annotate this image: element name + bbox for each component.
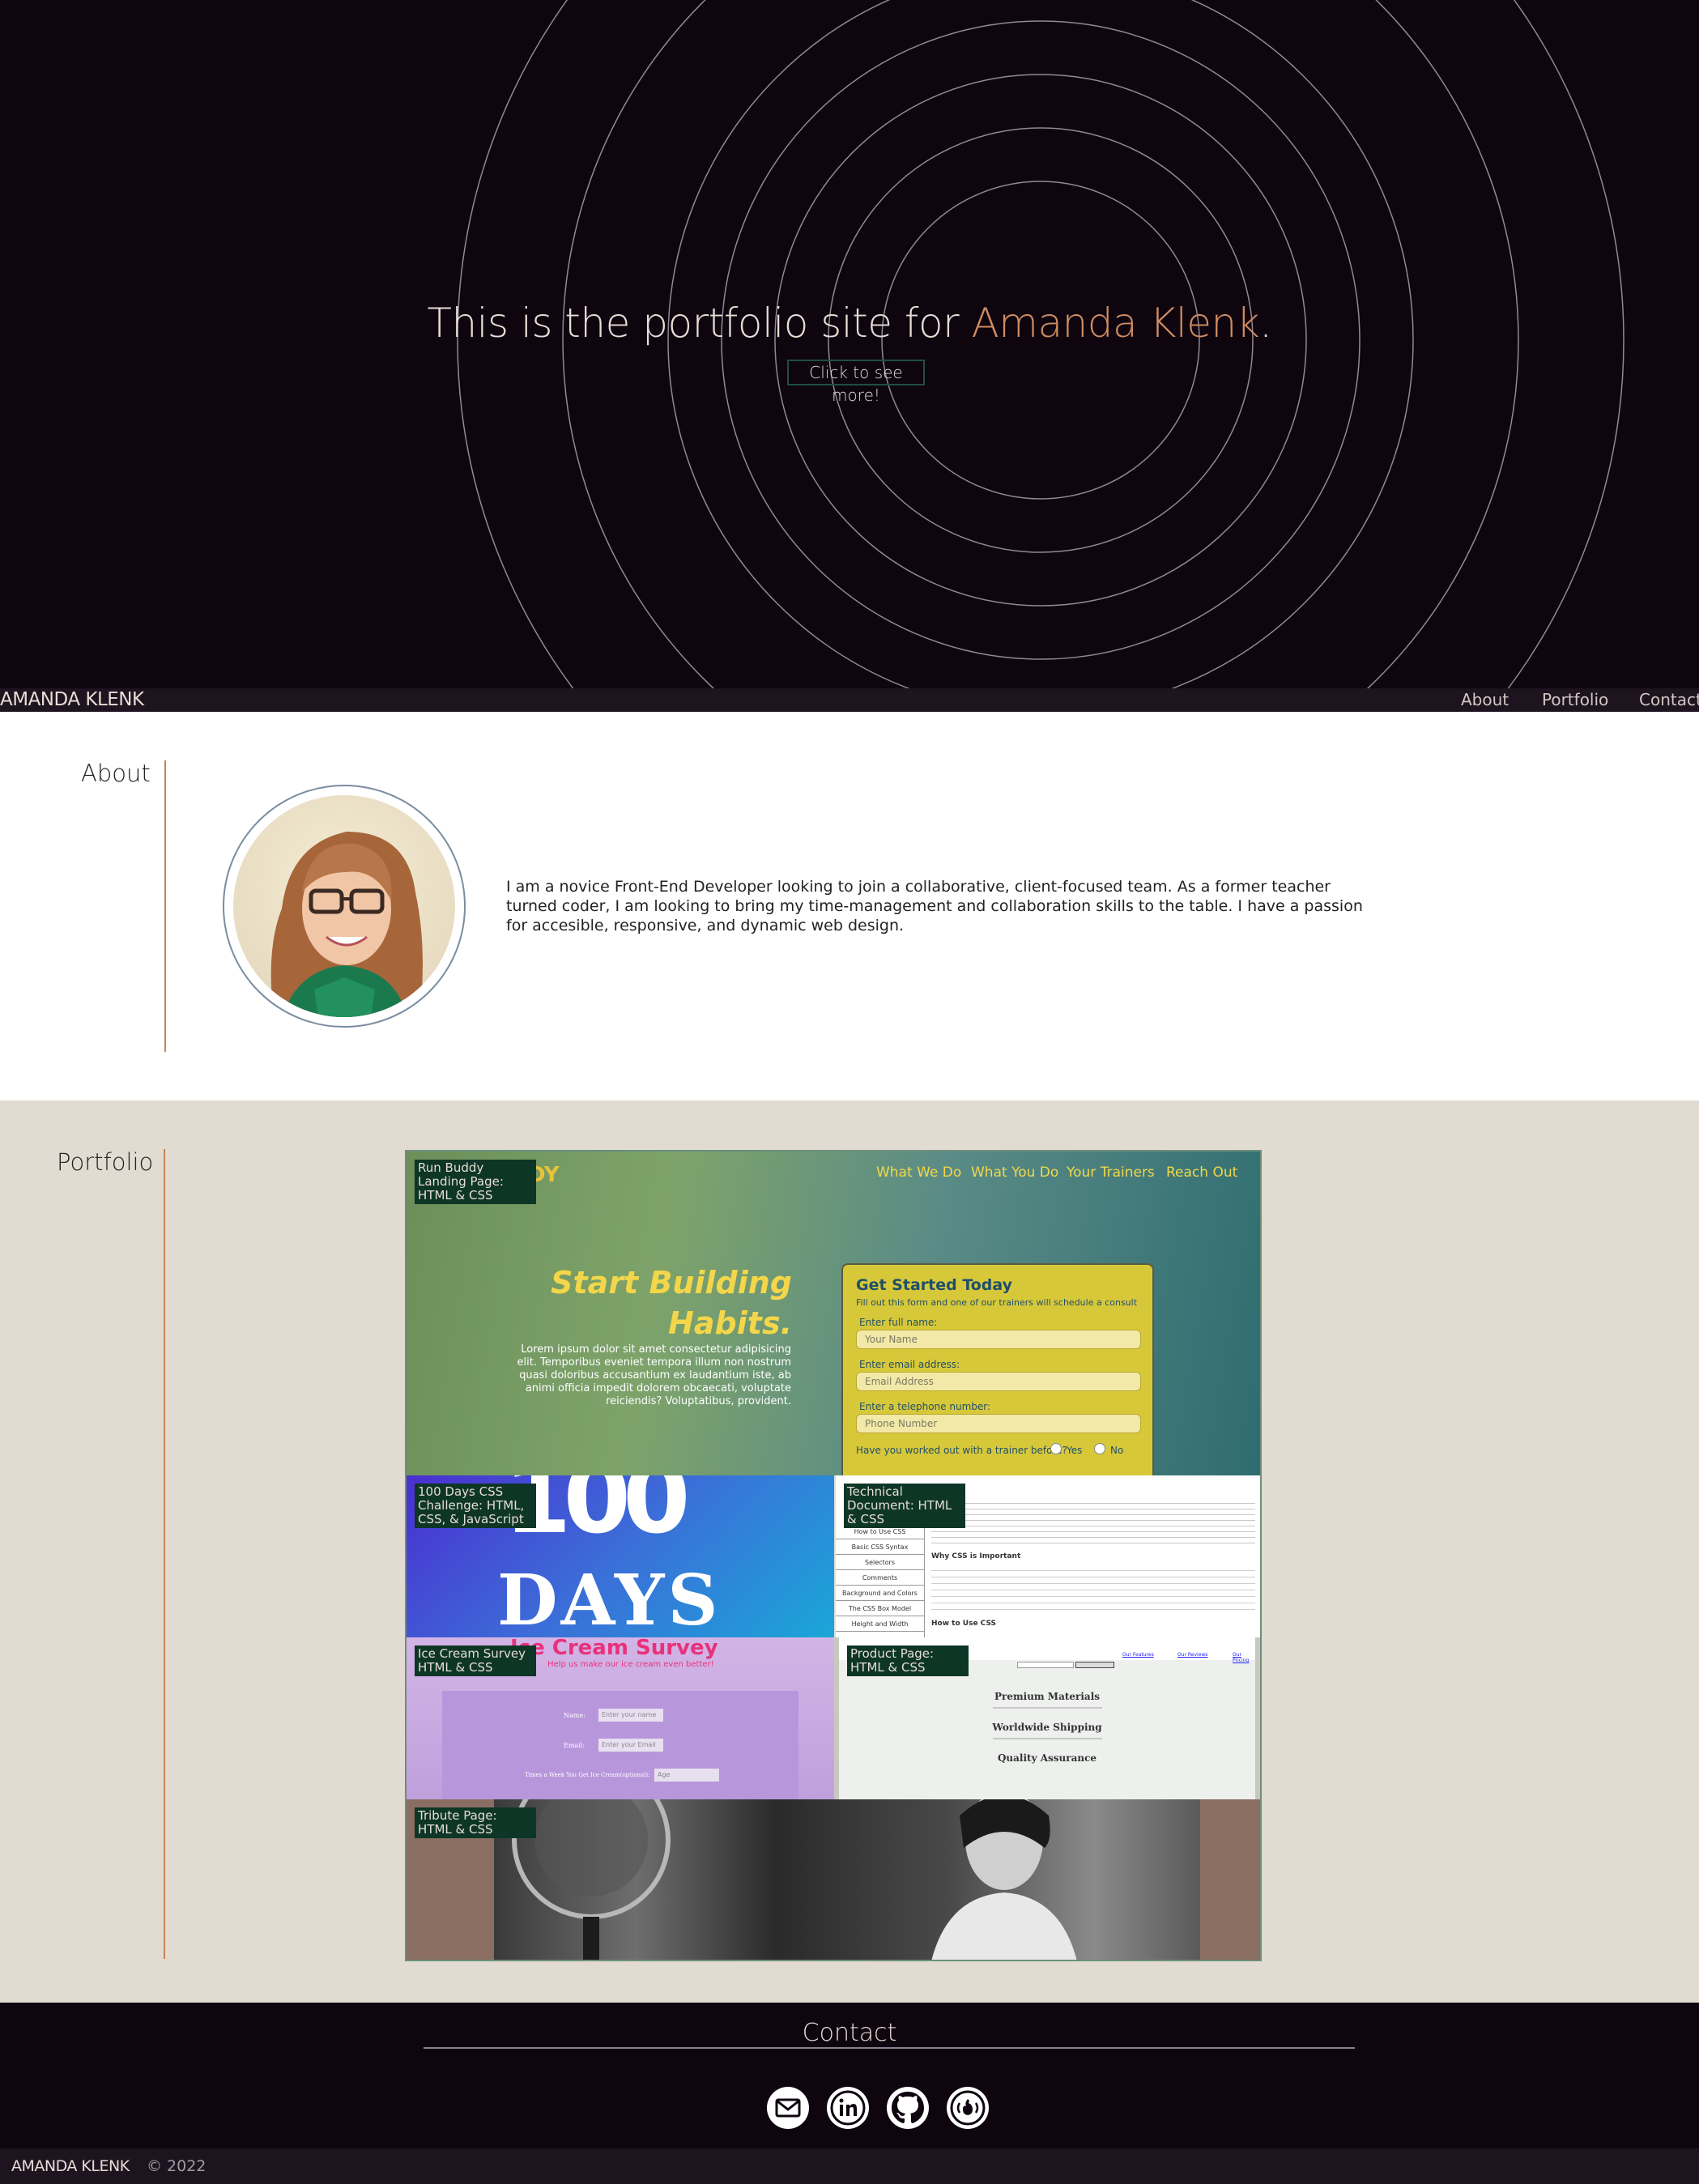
- tech-doc-sidebar-item: Selectors: [836, 1555, 924, 1570]
- hero-section: This is the portfolio site for Amanda Kl…: [0, 0, 1699, 688]
- ice-cream-input-name: Enter your name: [598, 1709, 663, 1722]
- tech-doc-sidebar-item: Background and Colors: [836, 1586, 924, 1601]
- ice-cream-field-name: Name:: [564, 1712, 585, 1719]
- run-buddy-radio-no: [1094, 1443, 1105, 1454]
- portfolio-gallery: Run Buddy Landing Page: HTML & CSS DY Wh…: [405, 1150, 1262, 1961]
- project-label: Ice Cream Survey HTML & CSS: [415, 1645, 536, 1676]
- run-buddy-form-title: Get Started Today: [856, 1276, 1013, 1294]
- ice-cream-input-email: Enter your Email: [598, 1739, 663, 1752]
- ice-cream-subtitle: Help us make our ice cream even better!: [547, 1660, 714, 1669]
- ice-cream-field-age: Times a Week You Get Ice Cream(optional)…: [525, 1772, 650, 1778]
- project-label: 100 Days CSS Challenge: HTML, CSS, & Jav…: [415, 1484, 536, 1528]
- run-buddy-no-label: No: [1110, 1445, 1124, 1456]
- project-label: Product Page: HTML & CSS: [847, 1645, 969, 1676]
- product-page-email-input: [1017, 1662, 1074, 1668]
- product-page-link-2: Our Reviews: [1177, 1652, 1208, 1658]
- hundred-days-word: DAYS: [497, 1560, 722, 1637]
- run-buddy-headline-1: Start Building: [551, 1265, 792, 1301]
- project-tile-100-days[interactable]: 100 Days CSS Challenge: HTML, CSS, & Jav…: [407, 1475, 834, 1637]
- about-heading: About: [81, 760, 151, 787]
- project-tile-ice-cream-survey[interactable]: Ice Cream Survey HTML & CSS Ice Cream Su…: [407, 1637, 834, 1799]
- email-icon[interactable]: [767, 2087, 809, 2129]
- contact-heading: Contact: [802, 2019, 897, 2047]
- see-more-button[interactable]: Click to see more!: [787, 360, 925, 405]
- run-buddy-form: Get Started Today Fill out this form and…: [841, 1263, 1154, 1475]
- hero-title-suffix: .: [1259, 300, 1272, 347]
- ice-cream-form: Name: Enter your name Email: Enter your …: [442, 1691, 798, 1799]
- hero-title-name: Amanda Klenk: [971, 300, 1260, 347]
- linkedin-icon[interactable]: [827, 2087, 869, 2129]
- project-label: Run Buddy Landing Page: HTML & CSS: [415, 1160, 536, 1204]
- run-buddy-yes-label: Yes: [1067, 1445, 1083, 1456]
- freecodecamp-icon[interactable]: [947, 2087, 989, 2129]
- tech-doc-heading-2: How to Use CSS: [931, 1620, 997, 1628]
- run-buddy-nav-4: Reach Out: [1166, 1164, 1238, 1181]
- product-feature-1: Premium Materials: [994, 1691, 1101, 1702]
- navbar: AMANDA KLENK About Portfolio Contact: [0, 688, 1699, 712]
- hero-title-prefix: This is the portfolio site for: [427, 300, 972, 347]
- product-feature-2-text: [993, 1738, 1102, 1739]
- project-label: Tribute Page: HTML & CSS: [415, 1807, 536, 1838]
- product-feature-1-text: [993, 1707, 1102, 1709]
- tech-doc-heading-1: Why CSS is Important: [931, 1552, 1021, 1560]
- tribute-photo: [494, 1799, 1200, 1960]
- avatar-portrait: [270, 832, 423, 1017]
- run-buddy-label-email: Enter email address:: [859, 1359, 960, 1370]
- product-feature-2: Worldwide Shipping: [992, 1722, 1102, 1733]
- portfolio-heading: Portfolio: [57, 1148, 154, 1176]
- github-icon[interactable]: [887, 2087, 929, 2129]
- tech-doc-sidebar-item: Height and Width: [836, 1616, 924, 1632]
- product-page-link-1: Our Features: [1122, 1652, 1154, 1658]
- run-buddy-nav-1: What We Do: [876, 1164, 962, 1181]
- tech-doc-sidebar-item: Comments: [836, 1570, 924, 1586]
- nav-link-portfolio[interactable]: Portfolio: [1542, 688, 1608, 712]
- run-buddy-label-phone: Enter a telephone number:: [859, 1401, 991, 1412]
- brand-link[interactable]: AMANDA KLENK: [0, 688, 144, 712]
- product-feature-3: Quality Assurance: [997, 1752, 1097, 1764]
- run-buddy-headline-2: Habits.: [668, 1305, 792, 1341]
- run-buddy-nav-3: Your Trainers: [1067, 1164, 1155, 1181]
- run-buddy-form-subtitle: Fill out this form and one of our traine…: [856, 1297, 1138, 1308]
- footer: AMANDA KLENK © 2022: [0, 2148, 1699, 2184]
- product-page-get-started: [1075, 1662, 1114, 1668]
- portfolio-section: Portfolio Run Buddy Landing Page: HTML &…: [0, 1101, 1699, 2003]
- product-page-link-3: Our Pricing: [1233, 1652, 1250, 1663]
- project-label: Technical Document: HTML & CSS: [844, 1484, 965, 1528]
- project-tile-technical-doc[interactable]: Technical Document: HTML & CSS How to Us…: [834, 1475, 1260, 1637]
- run-buddy-body: Lorem ipsum dolor sit amet consectetur a…: [517, 1343, 791, 1407]
- run-buddy-radio-yes: [1050, 1443, 1062, 1454]
- ice-cream-field-email: Email:: [564, 1742, 585, 1749]
- run-buddy-label-name: Enter full name:: [859, 1317, 938, 1328]
- tech-doc-sidebar-item: Basic CSS Syntax: [836, 1539, 924, 1555]
- project-tile-run-buddy[interactable]: Run Buddy Landing Page: HTML & CSS DY Wh…: [407, 1152, 1260, 1475]
- avatar-frame: [223, 785, 466, 1028]
- run-buddy-input-name: Your Name: [856, 1330, 1141, 1349]
- tech-doc-sidebar-item: The CSS Box Model: [836, 1601, 924, 1616]
- project-tile-tribute-page[interactable]: Tribute Page: HTML & CSS: [407, 1799, 1260, 1960]
- hero-title: This is the portfolio site for Amanda Kl…: [0, 300, 1699, 347]
- about-text: I am a novice Front-End Developer lookin…: [506, 878, 1363, 934]
- about-section: About I am a novice Front-End Developer …: [0, 712, 1699, 1101]
- footer-copyright: © 2022: [147, 2157, 207, 2175]
- tech-doc-text-lines-2: [931, 1565, 1255, 1613]
- avatar: [233, 795, 455, 1017]
- run-buddy-input-email: Email Address: [856, 1372, 1141, 1391]
- ice-cream-input-age: Age: [654, 1769, 719, 1782]
- run-buddy-nav-2: What You Do: [971, 1164, 1059, 1181]
- run-buddy-input-phone: Phone Number: [856, 1414, 1141, 1433]
- nav-link-about[interactable]: About: [1461, 688, 1509, 712]
- portfolio-divider: [164, 1149, 165, 1959]
- tribute-photo-art: [512, 1799, 1077, 1960]
- ice-cream-title: Ice Cream Survey: [510, 1637, 718, 1660]
- contact-section: Contact: [0, 2003, 1699, 2148]
- about-divider: [164, 760, 166, 1052]
- footer-brand: AMANDA KLENK: [11, 2157, 130, 2175]
- project-tile-product-page[interactable]: Product Page: HTML & CSS Our Features Ou…: [834, 1637, 1260, 1799]
- run-buddy-question: Have you worked out with a trainer befor…: [856, 1445, 1067, 1456]
- tech-doc-text-lines: [931, 1498, 1255, 1547]
- contact-divider: [424, 2047, 1355, 2049]
- tech-doc-sidebar: How to Use CSS Basic CSS Syntax Selector…: [836, 1524, 925, 1637]
- nav-link-contact[interactable]: Contact: [1639, 688, 1699, 712]
